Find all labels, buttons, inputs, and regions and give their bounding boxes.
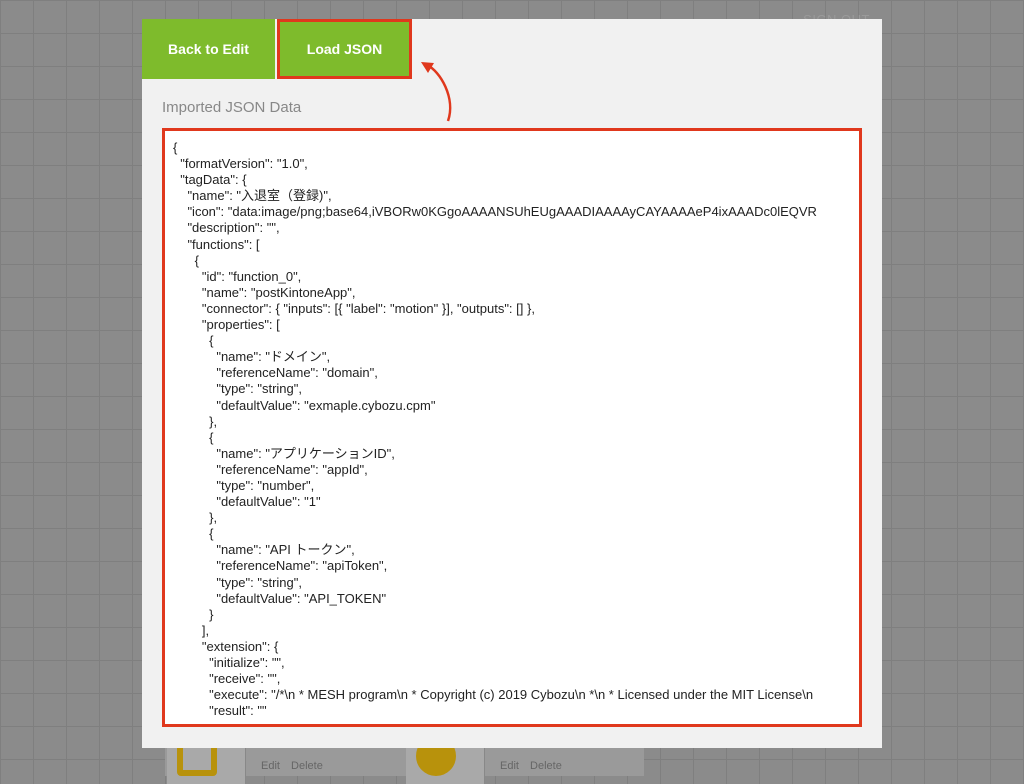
json-line: "name": "postKintoneApp", — [173, 284, 356, 300]
json-line: "extension": { — [173, 638, 279, 654]
edit-link[interactable]: Edit — [261, 760, 280, 772]
json-line: { — [173, 140, 178, 155]
json-textarea[interactable]: { "formatVersion": "1.0", "tagData": { "… — [162, 128, 862, 727]
json-line: "name": "アプリケーションID", — [173, 445, 395, 461]
json-line: "name": "ドメイン", — [173, 349, 331, 365]
delete-link[interactable]: Delete — [291, 760, 323, 772]
json-line: }, — [173, 413, 218, 429]
json-line: "id": "function_0", — [173, 268, 302, 284]
json-content: { "formatVersion": "1.0", "tagData": { "… — [165, 131, 859, 719]
json-line: } — [173, 606, 214, 622]
json-line: { — [173, 333, 214, 349]
json-line: "result": "" — [173, 703, 267, 719]
json-line: "tagData": { — [173, 172, 247, 188]
json-line: "execute": "/*\n * MESH program\n * Copy… — [173, 687, 814, 703]
json-line: { — [173, 526, 214, 542]
json-line: "defaultValue": "exmaple.cybozu.cpm" — [173, 397, 436, 413]
json-line: "type": "string", — [173, 574, 302, 590]
json-line: "referenceName": "apiToken", — [173, 558, 388, 574]
json-line: "defaultValue": "1" — [173, 494, 321, 510]
load-json-button[interactable]: Load JSON — [277, 19, 412, 79]
json-line: "formatVersion": "1.0", — [173, 156, 308, 172]
json-line: "name": "API トークン", — [173, 542, 355, 558]
json-line: "icon": "data:image/png;base64,iVBORw0KG… — [173, 204, 817, 220]
annotation-arrow-icon — [421, 62, 452, 122]
json-line: "name": "入退室（登録)", — [173, 188, 332, 204]
json-line: "defaultValue": "API_TOKEN" — [173, 590, 387, 606]
import-json-modal: Back to Edit Load JSON Imported JSON Dat… — [142, 19, 882, 748]
json-line: "type": "string", — [173, 381, 302, 397]
json-line: }, — [173, 510, 218, 526]
json-line: "receive": "", — [173, 671, 281, 687]
imported-json-label: Imported JSON Data — [162, 99, 302, 116]
delete-link[interactable]: Delete — [530, 760, 562, 772]
json-line: "properties": [ — [173, 317, 280, 333]
json-line: { — [173, 429, 214, 445]
back-to-edit-button[interactable]: Back to Edit — [142, 19, 275, 79]
json-line: "connector": { "inputs": [{ "label": "mo… — [173, 300, 535, 316]
json-line: "type": "number", — [173, 477, 315, 493]
json-line: { — [173, 252, 200, 268]
json-line: "initialize": "", — [173, 655, 285, 670]
json-line: "functions": [ — [173, 236, 260, 252]
json-line: "referenceName": "appId", — [173, 461, 368, 477]
edit-link[interactable]: Edit — [500, 760, 519, 772]
json-line: "description": "", — [173, 220, 280, 236]
json-line: "referenceName": "domain", — [173, 365, 378, 381]
json-line: ], — [173, 622, 210, 638]
